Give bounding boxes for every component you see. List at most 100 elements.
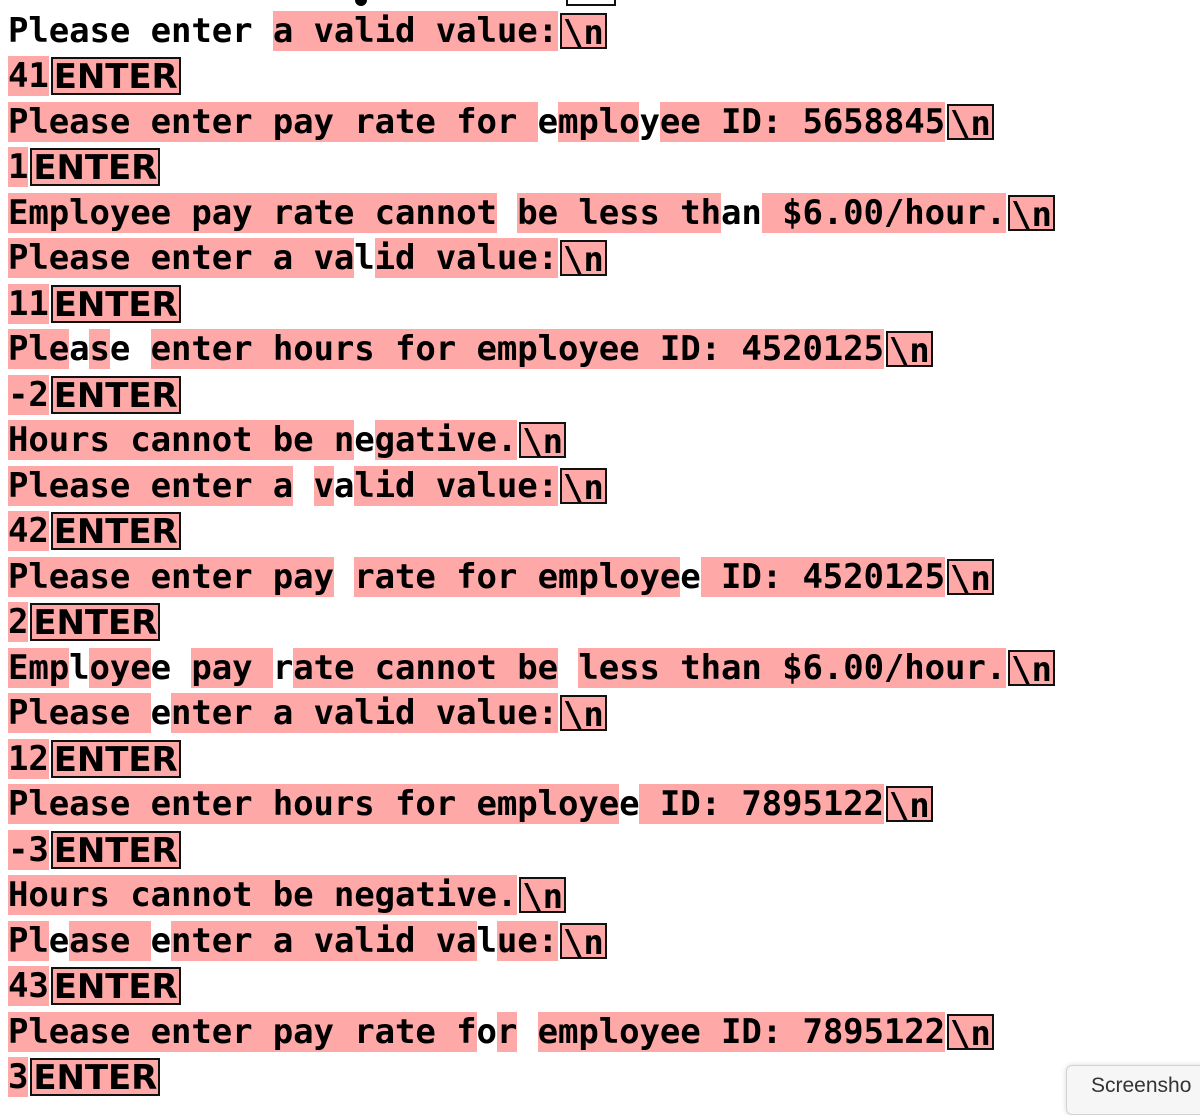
- text-segment: [497, 193, 517, 233]
- diff-highlight-segment: a valid value:: [272, 10, 558, 51]
- diff-highlight-segment: 1: [8, 147, 29, 188]
- diff-highlight-segment: enter hours for employee ID: 4520125: [150, 329, 884, 370]
- input-line: 41 ENTER: [8, 54, 1055, 100]
- diff-highlight-segment: Please enter pay: [8, 556, 334, 597]
- diff-highlight-segment: ate cannot be: [293, 647, 559, 688]
- input-line: 11 ENTER: [8, 281, 1055, 327]
- diff-highlight-segment: gative.: [374, 420, 518, 461]
- text-segment: e: [619, 784, 640, 825]
- diff-highlight-segment: mplo: [558, 101, 640, 142]
- diff-highlight-segment: 12: [8, 738, 49, 779]
- text-segment: e: [109, 329, 151, 370]
- newline-marker: \n: [519, 877, 566, 915]
- diff-highlight-segment: ee ID: 5658845: [659, 101, 946, 142]
- diff-highlight-segment: Please enter pay rate f: [8, 1011, 477, 1052]
- text-segment: e: [48, 920, 70, 961]
- enter-key-marker: ENTER: [50, 512, 181, 551]
- diff-highlight-segment: Hours cannot be n: [8, 420, 355, 461]
- diff-highlight-segment: be less th: [517, 192, 721, 233]
- text-segment: l: [476, 920, 497, 961]
- text-segment: [334, 557, 354, 597]
- enter-key-marker: ENTER: [50, 375, 181, 414]
- output-line: Please enter pay rate for employee ID: 7…: [8, 1009, 1055, 1055]
- enter-key-marker: ENTER: [50, 830, 181, 869]
- enter-key-marker: ENTER: [30, 603, 161, 642]
- output-line: Ple a s e enter hours for employee ID: 4520…: [8, 327, 1055, 373]
- text-segment: an: [720, 192, 762, 233]
- output-line: Please enter pay rate for e mplo y ee ID: 5…: [8, 99, 1055, 145]
- diff-highlight-segment: s: [89, 329, 110, 370]
- input-line: -2 ENTER: [8, 372, 1055, 418]
- newline-marker: \n: [947, 1013, 994, 1052]
- text-segment: e: [680, 556, 701, 597]
- enter-key-marker: ENTER: [50, 57, 181, 96]
- input-line: 42 ENTER: [8, 509, 1055, 555]
- diff-highlight-segment: nter a valid va: [170, 920, 477, 961]
- input-line: 43 ENTER: [8, 964, 1055, 1010]
- diff-highlight-segment: 43: [8, 966, 49, 1007]
- tooltip-label: Screensho: [1091, 1074, 1192, 1097]
- diff-highlight-segment: -3: [8, 829, 49, 870]
- text-segment: [293, 466, 313, 506]
- enter-key-marker: ENTER: [50, 967, 181, 1006]
- diff-highlight-segment: less than $6.00/hour.: [578, 647, 1007, 688]
- diff-highlight-segment: $6.00/hour.: [761, 192, 1007, 233]
- newline-marker: \n: [885, 331, 933, 369]
- output-line: Please enter a valid value:\n: [8, 8, 1055, 54]
- output-line: Please enter a valid value:\n: [8, 236, 1055, 282]
- newline-marker: \n: [947, 558, 994, 597]
- text-segment: [517, 1012, 537, 1052]
- output-line: Employee pay rate cannot be less than $6…: [8, 190, 1055, 236]
- output-line: Please enter pay rate for employe e ID: 4…: [8, 554, 1055, 600]
- diff-highlight-segment: lid value:: [354, 465, 559, 506]
- diff-highlight-segment: pay: [191, 647, 273, 688]
- text-segment: l: [354, 238, 375, 279]
- diff-highlight-segment: Please enter hours for employe: [8, 784, 620, 825]
- text-segment: [558, 648, 578, 688]
- text-segment: e: [150, 693, 171, 734]
- text-segment: a: [333, 465, 355, 506]
- text-segment: a: [69, 329, 90, 370]
- input-line: 3 ENTER: [8, 1055, 1055, 1101]
- diff-highlight-segment: nter a valid value:: [170, 693, 558, 734]
- output-line: Please enter a valid value:\n: [8, 463, 1055, 509]
- text-segment: e: [354, 420, 375, 461]
- text-segment: e: [150, 920, 171, 961]
- newline-marker: \n: [519, 422, 567, 460]
- diff-highlight-segment: 11: [8, 283, 49, 324]
- diff-highlight-segment: ase: [69, 920, 151, 961]
- diff-highlight-segment: Please enter pay rate for: [8, 101, 538, 142]
- input-line: 12 ENTER: [8, 736, 1055, 782]
- newline-marker: \n: [560, 467, 607, 506]
- diff-highlight-segment: Employee pay rate cannot: [8, 192, 497, 233]
- diff-highlight-segment: id value:: [374, 238, 558, 279]
- output-line: Employee pay rate cannot be less than $6…: [8, 645, 1055, 691]
- newline-marker: \n: [560, 240, 607, 278]
- newline-marker: \n: [560, 12, 607, 51]
- text-segment: y: [639, 101, 660, 142]
- diff-highlight-segment: ue:: [496, 920, 559, 961]
- input-line: -3 ENTER: [8, 827, 1055, 873]
- text-segment: Please enter: [8, 10, 273, 51]
- clipped-glyph: [355, 0, 367, 6]
- output-line: Please enter a valid value:\n: [8, 918, 1055, 964]
- newline-marker: \n: [560, 922, 607, 961]
- text-segment: r: [272, 647, 294, 688]
- diff-highlight-segment: ID: 7895122: [639, 784, 884, 825]
- diff-highlight-segment: 42: [8, 511, 49, 552]
- newline-marker: \n: [1008, 194, 1055, 233]
- input-line: 1 ENTER: [8, 145, 1055, 191]
- diff-highlight-segment: rate for employe: [354, 556, 681, 597]
- diff-highlight-segment: Please enter a va: [8, 238, 355, 279]
- diff-highlight-segment: ID: 4520125: [700, 556, 946, 597]
- screenshot-tooltip[interactable]: Screensho: [1066, 1065, 1200, 1115]
- input-line: 2 ENTER: [8, 600, 1055, 646]
- diff-highlight-segment: Ple: [8, 329, 70, 370]
- output-line: Hours cannot be negative.\n: [8, 873, 1055, 919]
- output-line: Please enter hours for employe e ID: 7895…: [8, 782, 1055, 828]
- diff-highlight-segment: Please enter a: [8, 465, 294, 506]
- diff-highlight-segment: r: [496, 1011, 518, 1052]
- text-segment: l: [69, 647, 90, 688]
- enter-key-marker: ENTER: [50, 284, 181, 323]
- console-output-diff: Please enter a valid value: \n 41 ENTER Plea…: [8, 8, 1055, 1100]
